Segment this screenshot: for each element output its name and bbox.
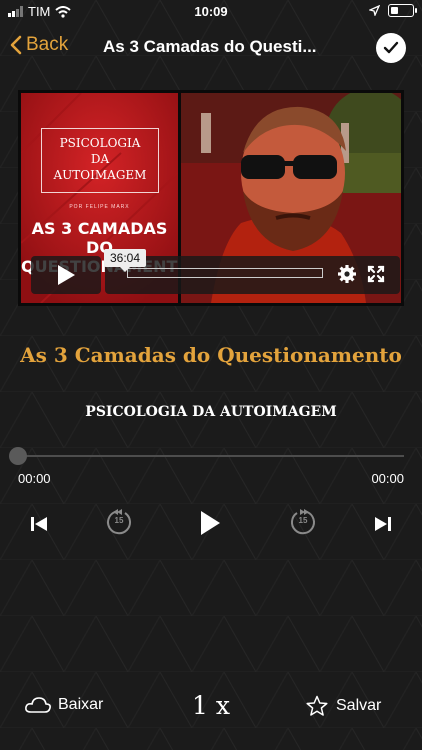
fullscreen-icon[interactable] bbox=[367, 265, 385, 283]
seek-handle[interactable] bbox=[9, 447, 27, 465]
cover-box-line: DA bbox=[90, 152, 110, 166]
star-icon bbox=[306, 695, 328, 716]
course-name: PSICOLOGIA DA AUTOIMAGEM bbox=[85, 404, 337, 420]
cover-byline: POR FELIPE MARX bbox=[69, 204, 130, 210]
clock: 10:09 bbox=[194, 4, 228, 19]
download-label: Baixar bbox=[58, 696, 104, 713]
play-icon bbox=[58, 265, 75, 285]
page-title: As 3 Camadas do Questi... bbox=[103, 37, 317, 56]
back-label: Back bbox=[26, 34, 69, 55]
download-button[interactable]: Baixar bbox=[24, 696, 103, 714]
save-button[interactable]: Salvar bbox=[306, 695, 381, 717]
elapsed-time: 00:00 bbox=[18, 471, 51, 486]
skip-next-icon bbox=[375, 517, 391, 531]
remaining-time: 00:00 bbox=[371, 471, 404, 486]
cover-box-line: AUTOIMAGEM bbox=[53, 168, 147, 182]
play-icon bbox=[201, 511, 220, 535]
navigation-bar: Back As 3 Camadas do Questi... bbox=[0, 28, 422, 68]
checkmark-icon bbox=[383, 41, 399, 54]
rewind-seconds: 15 bbox=[114, 516, 124, 525]
video-player[interactable]: PSICOLOGIA DA AUTOIMAGEM POR FELIPE MARX… bbox=[18, 90, 404, 306]
lesson-title: As 3 Camadas do Questionamento bbox=[20, 343, 402, 367]
save-label: Salvar bbox=[336, 697, 382, 714]
audio-seek-track[interactable] bbox=[18, 455, 404, 457]
video-controls bbox=[105, 256, 400, 294]
chevron-left-icon bbox=[10, 35, 22, 55]
video-progress-bar[interactable] bbox=[127, 268, 323, 278]
cover-title-line: AS 3 CAMADAS bbox=[31, 219, 168, 238]
rewind-15-button[interactable]: 15 bbox=[103, 506, 135, 538]
location-arrow-icon bbox=[369, 5, 380, 16]
bottom-actions: Baixar 1 x Salvar bbox=[0, 688, 422, 728]
forward-15-button[interactable]: 15 bbox=[287, 506, 319, 538]
forward-seconds: 15 bbox=[298, 516, 308, 525]
gear-icon[interactable] bbox=[337, 264, 357, 284]
skip-previous-icon bbox=[31, 517, 47, 531]
back-button[interactable]: Back bbox=[10, 34, 68, 56]
battery-icon bbox=[388, 4, 417, 17]
previous-track-button[interactable] bbox=[26, 511, 52, 537]
duration-tooltip: 36:04 bbox=[104, 249, 146, 272]
status-bar: TIM 10:09 bbox=[0, 0, 422, 24]
complete-button[interactable] bbox=[376, 33, 406, 63]
play-button[interactable] bbox=[194, 507, 226, 539]
cloud-icon bbox=[25, 697, 51, 713]
next-track-button[interactable] bbox=[370, 511, 396, 537]
video-play-button[interactable] bbox=[31, 256, 101, 294]
cover-box-line: PSICOLOGIA bbox=[59, 136, 141, 150]
cover-title-box: PSICOLOGIA DA AUTOIMAGEM bbox=[41, 128, 159, 193]
playback-speed-button[interactable]: 1 x bbox=[192, 691, 230, 720]
